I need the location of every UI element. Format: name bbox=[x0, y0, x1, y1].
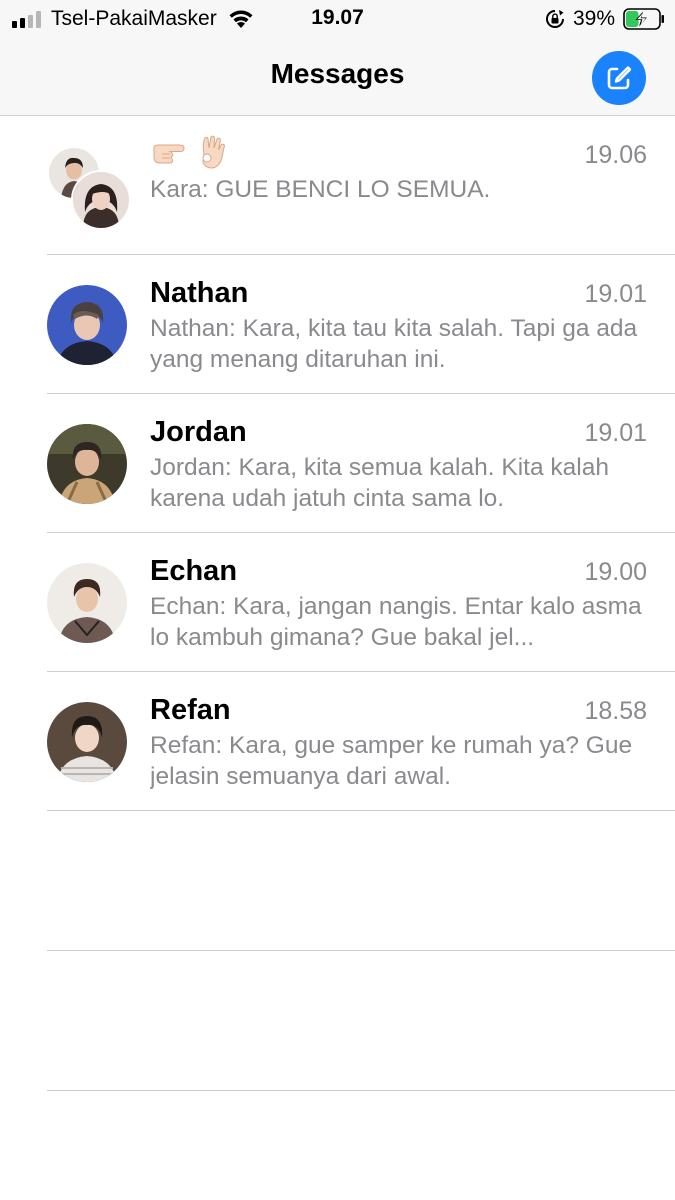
conversation-name: Echan bbox=[150, 555, 238, 587]
ok-hand-emoji bbox=[202, 135, 226, 169]
rotation-lock-icon bbox=[546, 10, 564, 28]
avatar bbox=[47, 702, 127, 782]
conversation-name bbox=[150, 134, 232, 172]
status-right: 39% bbox=[545, 6, 665, 32]
message-preview: Jordan: Kara, kita semua kalah. Kita kal… bbox=[150, 454, 609, 512]
conversation-row[interactable]: Echan 19.00 Echan: Kara, jangan nangis. … bbox=[0, 533, 675, 672]
status-bar: Tsel-PakaiMasker 19.07 39% bbox=[0, 0, 675, 38]
messages-screen: Tsel-PakaiMasker 19.07 39% Messages 19.0… bbox=[0, 0, 675, 1200]
conversation-row[interactable]: 19.06 Kara: GUE BENCI LO SEMUA. bbox=[0, 116, 675, 255]
divider bbox=[47, 1090, 675, 1091]
message-preview: Nathan: Kara, kita tau kita salah. Tapi … bbox=[150, 315, 638, 373]
empty-row bbox=[0, 951, 675, 1091]
conversation-row[interactable]: Jordan 19.01 Jordan: Kara, kita semua ka… bbox=[0, 394, 675, 533]
conversation-name: Nathan bbox=[150, 277, 249, 309]
conversation-name: Jordan bbox=[150, 416, 247, 448]
conversation-time: 18.58 bbox=[584, 697, 647, 725]
avatar bbox=[47, 285, 127, 365]
message-preview: Refan: Kara, gue samper ke rumah ya? Gue… bbox=[150, 732, 633, 790]
avatar bbox=[47, 424, 127, 504]
conversation-time: 19.00 bbox=[584, 558, 647, 586]
conversation-list: 19.06 Kara: GUE BENCI LO SEMUA. Nathan 1… bbox=[0, 116, 675, 1091]
conversation-name: Refan bbox=[150, 694, 231, 726]
conversation-row[interactable]: Nathan 19.01 Nathan: Kara, kita tau kita… bbox=[0, 255, 675, 394]
message-preview: Echan: Kara, jangan nangis. Entar kalo a… bbox=[150, 593, 642, 651]
conversation-time: 19.01 bbox=[584, 280, 647, 308]
avatar bbox=[71, 170, 131, 230]
conversation-row[interactable]: Refan 18.58 Refan: Kara, gue samper ke r… bbox=[0, 672, 675, 811]
navigation-bar: Messages bbox=[0, 38, 675, 116]
compose-button[interactable] bbox=[592, 51, 646, 105]
group-avatar bbox=[47, 146, 131, 230]
empty-row bbox=[0, 811, 675, 951]
avatar bbox=[47, 563, 127, 643]
conversation-time: 19.01 bbox=[584, 419, 647, 447]
page-title: Messages bbox=[270, 58, 405, 89]
battery-percent: 39% bbox=[572, 7, 615, 30]
pointing-right-emoji bbox=[153, 144, 185, 164]
message-preview: Kara: GUE BENCI LO SEMUA. bbox=[150, 176, 491, 203]
conversation-time: 19.06 bbox=[584, 141, 647, 169]
battery-charging-icon bbox=[623, 8, 664, 30]
compose-icon bbox=[607, 66, 632, 90]
